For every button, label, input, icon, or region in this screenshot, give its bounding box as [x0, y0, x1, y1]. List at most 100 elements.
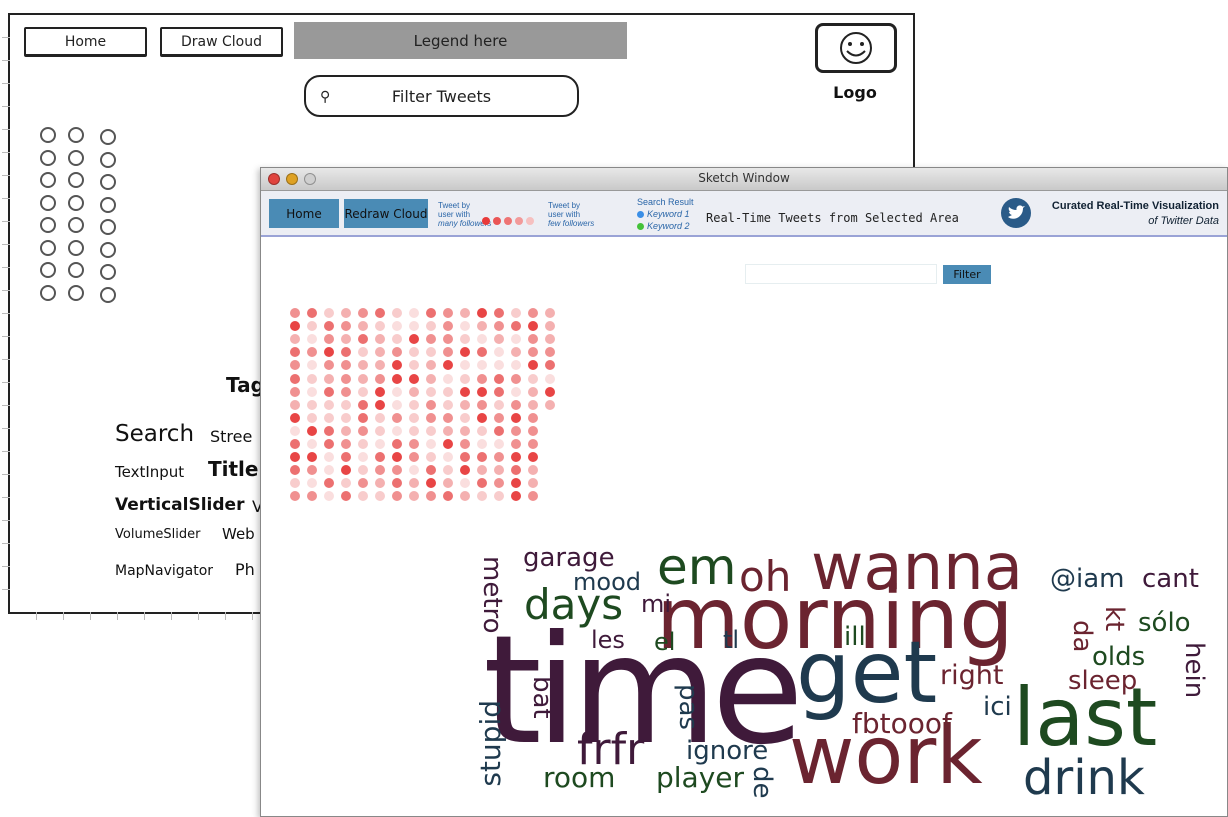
tweet-dot[interactable] [528, 439, 538, 449]
tweet-dot[interactable] [324, 334, 334, 345]
tweet-dot[interactable] [307, 321, 317, 332]
tweet-dot[interactable] [426, 321, 436, 332]
cloud-word[interactable]: stupid [474, 700, 507, 787]
tweet-dot[interactable] [426, 334, 436, 345]
tweet-dot[interactable] [375, 399, 385, 410]
tweet-dot[interactable] [290, 386, 300, 397]
tweet-dot[interactable] [511, 360, 521, 371]
tweet-dot[interactable] [443, 321, 453, 332]
tweet-dot[interactable] [511, 439, 521, 449]
tweet-dot[interactable] [307, 308, 317, 318]
tweet-dot[interactable] [443, 439, 453, 449]
tweet-dot[interactable] [477, 491, 487, 502]
tweet-dot[interactable] [494, 452, 504, 463]
tweet-dot[interactable] [324, 478, 334, 489]
tweet-dot[interactable] [545, 360, 555, 371]
tweet-dot[interactable] [324, 439, 334, 449]
tweet-dot[interactable] [358, 308, 368, 318]
tweet-dot[interactable] [545, 334, 555, 345]
tweet-dot[interactable] [341, 412, 351, 423]
tweet-dot[interactable] [528, 347, 538, 358]
tweet-dot[interactable] [375, 465, 385, 476]
tweet-dot[interactable] [324, 491, 334, 502]
tweet-dot[interactable] [494, 373, 504, 384]
cloud-word[interactable]: get [796, 630, 937, 716]
sketch-draw-cloud-button[interactable]: Draw Cloud [160, 27, 283, 57]
tweet-dot[interactable] [511, 386, 521, 397]
tweet-dot[interactable] [324, 373, 334, 384]
tweet-dot[interactable] [290, 425, 300, 436]
tweet-dot[interactable] [477, 334, 487, 345]
tweet-dot[interactable] [443, 491, 453, 502]
cloud-word[interactable]: right [940, 662, 1003, 689]
tweet-dot[interactable] [545, 399, 555, 410]
tweet-dot[interactable] [528, 386, 538, 397]
tweet-dot[interactable] [392, 478, 402, 489]
tweet-dot[interactable] [409, 373, 419, 384]
tweet-dot[interactable] [528, 412, 538, 423]
tweet-dot[interactable] [307, 425, 317, 436]
tweet-dot[interactable] [307, 347, 317, 358]
tweet-dot[interactable] [426, 412, 436, 423]
tweet-dot[interactable] [375, 425, 385, 436]
tweet-dot[interactable] [477, 373, 487, 384]
tweet-dot[interactable] [341, 465, 351, 476]
tweet-dot[interactable] [307, 360, 317, 371]
cloud-word[interactable]: player [656, 764, 744, 792]
cloud-word[interactable]: ill [844, 624, 866, 650]
tweet-dot[interactable] [511, 334, 521, 345]
tweet-dot[interactable] [392, 399, 402, 410]
tweet-dot[interactable] [494, 491, 504, 502]
tweet-dot[interactable] [358, 386, 368, 397]
cloud-word[interactable]: ici [983, 694, 1012, 720]
tweet-dot[interactable] [460, 308, 470, 318]
cloud-word[interactable]: fbtooof [852, 710, 952, 738]
tweet-dot[interactable] [460, 386, 470, 397]
tweet-dot[interactable] [392, 491, 402, 502]
tweet-dot[interactable] [528, 452, 538, 463]
tweet-dot[interactable] [528, 321, 538, 332]
tweet-dot[interactable] [460, 465, 470, 476]
tweet-dot[interactable] [477, 478, 487, 489]
tweet-dot[interactable] [290, 439, 300, 449]
tweet-dot[interactable] [426, 491, 436, 502]
tweet-dot[interactable] [477, 439, 487, 449]
tweet-dot[interactable] [392, 386, 402, 397]
tweet-dot[interactable] [528, 465, 538, 476]
cloud-word[interactable]: sólo [1138, 610, 1191, 636]
tweet-dot[interactable] [511, 412, 521, 423]
tweet-dot[interactable] [392, 334, 402, 345]
tweet-dot[interactable] [392, 452, 402, 463]
cloud-word[interactable]: drink [1023, 754, 1145, 802]
tweet-dot[interactable] [409, 386, 419, 397]
tweet-dot[interactable] [511, 347, 521, 358]
tweet-dot[interactable] [443, 373, 453, 384]
tweet-dot[interactable] [341, 360, 351, 371]
tweet-dot[interactable] [477, 347, 487, 358]
tweet-dot[interactable] [324, 412, 334, 423]
tweet-dot[interactable] [443, 308, 453, 318]
tweet-dot[interactable] [358, 399, 368, 410]
search-input[interactable] [745, 264, 937, 284]
cloud-word[interactable]: oh [739, 556, 791, 598]
tweet-dot[interactable] [375, 347, 385, 358]
tweet-dot[interactable] [324, 399, 334, 410]
tweet-dot[interactable] [477, 452, 487, 463]
tweet-dot[interactable] [460, 399, 470, 410]
tweet-dot[interactable] [460, 334, 470, 345]
tweet-dot[interactable] [511, 465, 521, 476]
tweet-dot[interactable] [290, 373, 300, 384]
tweet-dot[interactable] [443, 334, 453, 345]
tweet-dot[interactable] [477, 399, 487, 410]
tweet-dot[interactable] [511, 478, 521, 489]
tweet-dot[interactable] [307, 465, 317, 476]
tweet-dot[interactable] [477, 321, 487, 332]
cloud-word[interactable]: wanna [811, 536, 1023, 600]
tweet-dot[interactable] [375, 439, 385, 449]
tweet-dot[interactable] [426, 465, 436, 476]
tweet-dot[interactable] [324, 321, 334, 332]
cloud-word[interactable]: em [657, 542, 736, 592]
tweet-dot[interactable] [494, 412, 504, 423]
redraw-cloud-button[interactable]: Redraw Cloud [344, 199, 428, 228]
tweet-dot[interactable] [290, 347, 300, 358]
